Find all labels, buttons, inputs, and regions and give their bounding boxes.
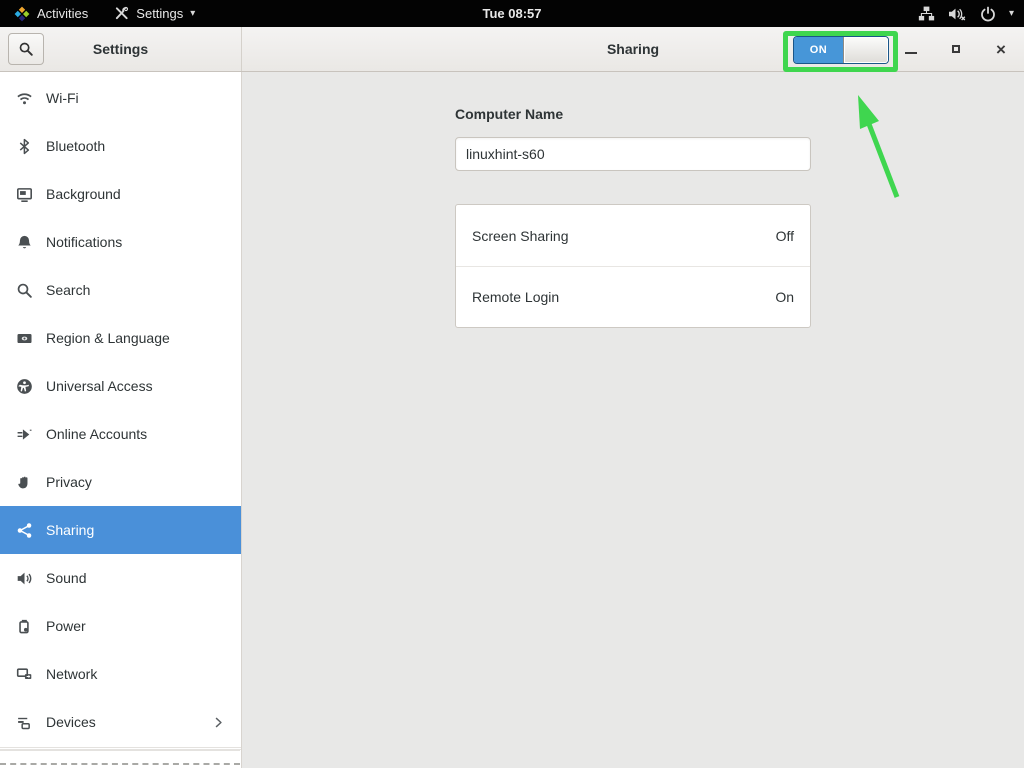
sidebar-item-sound[interactable]: Sound	[0, 554, 241, 602]
top-bar: Activities Settings ▾ Tue 08:57	[0, 0, 1024, 27]
close-button[interactable]: ×	[992, 40, 1010, 58]
activities-button[interactable]: Activities	[14, 6, 88, 22]
chevron-down-icon: ▾	[190, 8, 195, 19]
sidebar-item-label: Bluetooth	[46, 138, 105, 154]
option-label: Screen Sharing	[472, 228, 569, 244]
sidebar-item-label: Privacy	[46, 474, 92, 490]
universal-access-icon	[16, 378, 33, 395]
speaker-icon	[16, 570, 33, 587]
background-icon	[16, 186, 33, 203]
bell-icon	[16, 234, 33, 251]
sidebar-item-label: Background	[46, 186, 121, 202]
power-icon[interactable]	[980, 6, 996, 22]
search-icon	[16, 282, 33, 299]
sidebar-title: Settings	[0, 27, 241, 71]
sidebar-item-sharing[interactable]: Sharing	[0, 506, 241, 554]
sharing-options-list: Screen Sharing Off Remote Login On	[455, 204, 811, 328]
sidebar-item-label: Wi-Fi	[46, 90, 79, 106]
volume-muted-icon[interactable]	[948, 6, 967, 22]
sidebar-bottom-divider	[0, 750, 240, 751]
toggle-handle[interactable]	[843, 37, 888, 63]
sidebar-item-label: Region & Language	[46, 330, 170, 346]
online-accounts-icon	[16, 426, 33, 443]
sharing-option-row-remote-login[interactable]: Remote Login On	[456, 266, 810, 327]
sidebar: Wi-Fi Bluetooth Background Notifications Sea…	[0, 72, 242, 768]
sidebar-item-network[interactable]: Network	[0, 650, 241, 698]
share-icon	[16, 522, 33, 539]
sharing-master-toggle[interactable]: ON	[793, 36, 889, 64]
privacy-hand-icon	[16, 474, 33, 491]
sidebar-item-label: Power	[46, 618, 86, 634]
sidebar-item-wi-fi[interactable]: Wi-Fi	[0, 74, 241, 122]
sharing-option-row-screen-sharing[interactable]: Screen Sharing Off	[456, 205, 810, 266]
maximize-button[interactable]	[947, 40, 965, 58]
region-language-icon	[16, 330, 33, 347]
network-wired-icon[interactable]	[918, 5, 935, 22]
activities-label: Activities	[37, 6, 88, 21]
sidebar-separator	[0, 747, 241, 748]
app-menu-label: Settings	[136, 6, 183, 21]
devices-icon	[16, 714, 33, 731]
sidebar-item-label: Online Accounts	[46, 426, 147, 442]
sharing-content: Computer Name Screen Sharing Off Remote Lo…	[455, 72, 811, 328]
screen: Activities Settings ▾ Tue 08:57	[0, 0, 1024, 768]
sidebar-header: Settings	[0, 27, 242, 71]
distro-logo-icon	[14, 6, 30, 22]
chevron-down-icon[interactable]: ▾	[1009, 8, 1014, 19]
battery-icon	[16, 618, 33, 635]
sidebar-item-search[interactable]: Search	[0, 266, 241, 314]
network-icon	[16, 666, 33, 683]
clock-label[interactable]: Tue 08:57	[482, 6, 541, 21]
sidebar-item-label: Devices	[46, 714, 96, 730]
sidebar-item-privacy[interactable]: Privacy	[0, 458, 241, 506]
computer-name-input[interactable]	[455, 137, 811, 171]
option-label: Remote Login	[472, 289, 559, 305]
app-menu-button[interactable]: Settings ▾	[114, 6, 195, 21]
main-panel: Computer Name Screen Sharing Off Remote Lo…	[242, 72, 1024, 768]
minimize-button[interactable]	[902, 40, 920, 58]
sidebar-item-label: Sharing	[46, 522, 94, 538]
sidebar-item-power[interactable]: Power	[0, 602, 241, 650]
computer-name-label: Computer Name	[455, 106, 811, 122]
bluetooth-icon	[16, 138, 33, 155]
settings-tools-icon	[114, 6, 129, 21]
window-controls: ×	[902, 27, 1010, 71]
sidebar-dashed-divider	[0, 763, 240, 765]
sidebar-item-bluetooth[interactable]: Bluetooth	[0, 122, 241, 170]
minimize-icon	[905, 52, 917, 54]
sidebar-item-online-accounts[interactable]: Online Accounts	[0, 410, 241, 458]
maximize-icon	[952, 45, 960, 53]
sidebar-item-devices[interactable]: Devices	[0, 698, 241, 746]
chevron-right-icon	[212, 716, 225, 729]
sidebar-item-universal-access[interactable]: Universal Access	[0, 362, 241, 410]
sidebar-item-label: Notifications	[46, 234, 122, 250]
sidebar-item-region-language[interactable]: Region & Language	[0, 314, 241, 362]
wifi-icon	[16, 90, 33, 107]
sidebar-item-background[interactable]: Background	[0, 170, 241, 218]
sidebar-item-label: Sound	[46, 570, 86, 586]
option-status-value: Off	[776, 228, 794, 244]
sidebar-item-label: Network	[46, 666, 97, 682]
sidebar-item-label: Universal Access	[46, 378, 153, 394]
toggle-on-label: ON	[794, 37, 843, 63]
page-header: Sharing ×	[242, 27, 1024, 71]
sidebar-item-notifications[interactable]: Notifications	[0, 218, 241, 266]
option-status-value: On	[775, 289, 794, 305]
sidebar-item-label: Search	[46, 282, 90, 298]
